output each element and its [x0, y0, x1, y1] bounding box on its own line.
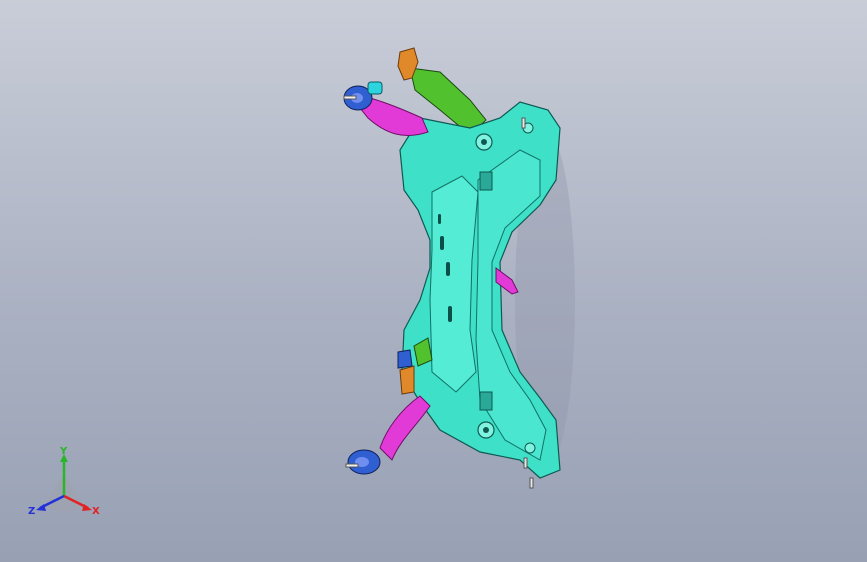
- subframe-center-rail[interactable]: [429, 175, 479, 393]
- small-bracket-upper[interactable]: [479, 171, 493, 191]
- subframe-model[interactable]: [0, 0, 867, 562]
- mount-hole-upper-inner: [481, 139, 487, 145]
- bolt-stud-bottom-right-2[interactable]: [529, 477, 534, 489]
- triad-x-label: X: [92, 506, 100, 517]
- small-bracket-lower[interactable]: [479, 391, 493, 411]
- rail-slot-1: [440, 236, 444, 250]
- view-triad[interactable]: Y X Z: [22, 446, 106, 524]
- lower-arm-bolt[interactable]: [345, 463, 359, 468]
- lower-bracket-blue[interactable]: [397, 349, 413, 369]
- triad-y-label: Y: [60, 446, 68, 457]
- rail-slot-3: [448, 306, 452, 322]
- graphics-viewport[interactable]: Y X Z: [0, 0, 867, 562]
- triad-z-label: Z: [28, 506, 36, 517]
- mount-hole-right-bottom[interactable]: [524, 442, 536, 454]
- mount-hole-lower-inner: [483, 427, 489, 433]
- rail-slot-4: [438, 214, 441, 224]
- bolt-stud-top-right[interactable]: [521, 117, 526, 129]
- rail-slot-2: [446, 262, 450, 276]
- upper-arm-bolt[interactable]: [343, 95, 357, 100]
- lower-bracket-orange[interactable]: [399, 365, 415, 395]
- bolt-stud-bottom-right[interactable]: [523, 457, 528, 469]
- lower-control-arm[interactable]: [379, 395, 431, 461]
- upper-arm-cap[interactable]: [367, 81, 383, 95]
